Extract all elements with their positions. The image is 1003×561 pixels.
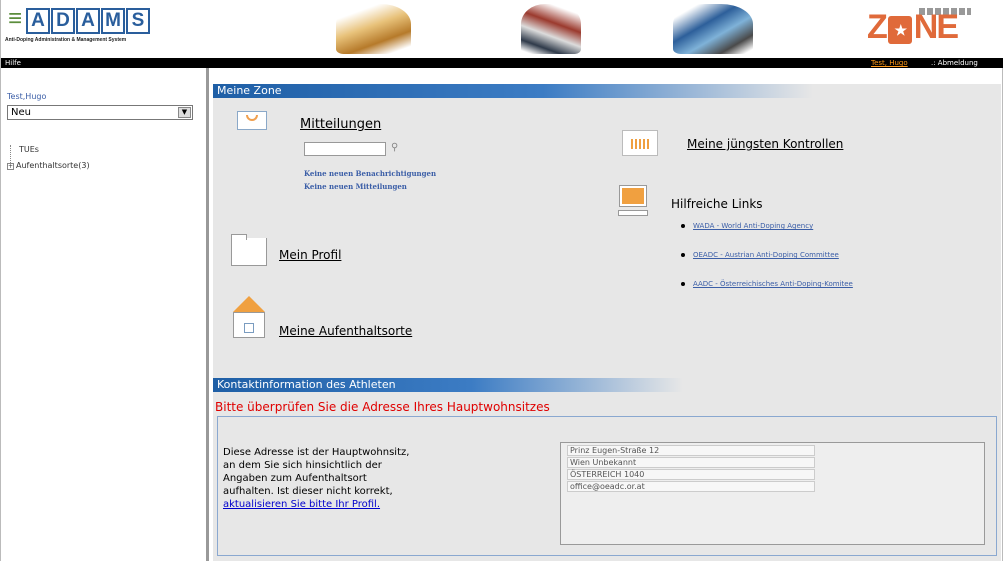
useful-links-heading: Hilfreiche Links bbox=[671, 197, 763, 211]
user-link[interactable]: Test, Hugo bbox=[871, 58, 908, 68]
zone-logo-right: NE bbox=[913, 8, 959, 46]
useful-links-list: WADA - World Anti-Doping Agency OEADC - … bbox=[681, 222, 853, 309]
messages-link[interactable]: Mitteilungen bbox=[300, 117, 381, 132]
logo-letter: D bbox=[51, 8, 75, 34]
my-profile-link[interactable]: Mein Profil bbox=[279, 248, 341, 262]
athlete-photo-tennis bbox=[673, 4, 753, 54]
logout-link[interactable]: .: Abmeldung bbox=[931, 58, 978, 68]
address-country: ÖSTERREICH 1040 bbox=[567, 469, 815, 480]
update-profile-link[interactable]: aktualisieren Sie bitte Ihr Profil. bbox=[223, 499, 380, 510]
app-window: ≡ A D A M S Anti-Doping Administration & Mana… bbox=[0, 0, 1003, 561]
logo-letter: A bbox=[26, 8, 50, 34]
aadc-link[interactable]: AADC - Österreichisches Anti-Doping-Komi… bbox=[693, 280, 853, 288]
monitor-icon bbox=[619, 185, 647, 207]
sidebar-item-tues[interactable]: TUEs bbox=[19, 145, 39, 154]
messages-search-input[interactable] bbox=[304, 142, 386, 156]
logo-letter: M bbox=[101, 8, 125, 34]
logo-letter: S bbox=[126, 8, 150, 34]
logo-letter: A bbox=[76, 8, 100, 34]
list-item: WADA - World Anti-Doping Agency bbox=[681, 222, 853, 251]
zone-logo-left: Z bbox=[867, 8, 888, 46]
section-header-contact-info: Kontaktinformation des Athleten bbox=[213, 378, 683, 392]
athlete-select[interactable]: Neu ▼ bbox=[7, 105, 193, 120]
address-city: Wien Unbekannt bbox=[567, 457, 815, 468]
address-warning: Bitte überprüfen Sie die Adresse Ihres H… bbox=[215, 400, 550, 414]
recent-controls-link[interactable]: Meine jüngsten Kontrollen bbox=[687, 137, 843, 151]
controls-bars bbox=[631, 139, 649, 149]
address-panel: Prinz Eugen-Straße 12 Wien Unbekannt ÖST… bbox=[560, 442, 985, 545]
key-icon[interactable]: ⚲ bbox=[391, 142, 398, 153]
address-note: Diese Adresse ist der Hauptwohnsitz, an … bbox=[223, 446, 413, 511]
expand-icon[interactable]: + bbox=[7, 163, 14, 170]
sidebar: Test,Hugo Neu ▼ TUEs + Aufenthaltsorte(3) bbox=[1, 68, 209, 561]
address-note-text: Diese Adresse ist der Hauptwohnsitz, an … bbox=[223, 447, 410, 497]
header-banner: ≡ A D A M S Anti-Doping Administration & Mana… bbox=[1, 0, 1003, 58]
athlete-photo-runner bbox=[521, 4, 581, 54]
address-street: Prinz Eugen-Straße 12 bbox=[567, 445, 815, 456]
house-roof-icon bbox=[233, 296, 265, 312]
zone-athlete-icon: ★ bbox=[887, 16, 912, 44]
top-menubar: Hilfe Test, Hugo .: Abmeldung bbox=[1, 58, 1003, 68]
address-email: office@oeadc.or.at bbox=[567, 481, 815, 492]
house-door bbox=[244, 323, 254, 333]
sidebar-item-whereabouts[interactable]: + Aufenthaltsorte(3) bbox=[7, 161, 90, 170]
adams-logo: ≡ A D A M S bbox=[5, 5, 151, 34]
zone-logo: Z ★ NE bbox=[867, 8, 959, 47]
oeadc-link[interactable]: OEADC - Austrian Anti-Doping Committee bbox=[693, 251, 839, 259]
chevron-down-icon[interactable]: ▼ bbox=[178, 107, 191, 118]
my-whereabouts-link[interactable]: Meine Aufenthaltsorte bbox=[279, 324, 412, 338]
sidebar-item-label: Aufenthaltsorte(3) bbox=[16, 161, 90, 170]
list-item: OEADC - Austrian Anti-Doping Committee bbox=[681, 251, 853, 280]
wada-link[interactable]: WADA - World Anti-Doping Agency bbox=[693, 222, 813, 230]
section-header-my-zone: Meine Zone bbox=[213, 84, 813, 98]
logo-mark-icon: ≡ bbox=[7, 5, 22, 32]
monitor-base-icon bbox=[618, 210, 648, 216]
sidebar-user-name[interactable]: Test,Hugo bbox=[7, 92, 46, 101]
main-content: Meine Zone Mitteilungen ⚲ Keine neuen Be… bbox=[213, 84, 1001, 561]
athlete-photo-skier bbox=[336, 4, 411, 54]
folder-icon[interactable] bbox=[231, 234, 267, 266]
help-link[interactable]: Hilfe bbox=[5, 58, 21, 68]
envelope-icon[interactable] bbox=[237, 111, 267, 130]
no-notifications-link[interactable]: Keine neuen Benachrichtigungen bbox=[304, 169, 436, 178]
envelope-flap bbox=[246, 115, 258, 121]
logo-subtitle: Anti-Doping Administration & Management … bbox=[5, 37, 127, 43]
controls-folder-icon[interactable] bbox=[622, 130, 658, 156]
list-item: AADC - Österreichisches Anti-Doping-Komi… bbox=[681, 280, 853, 309]
athlete-select-value: Neu bbox=[11, 107, 31, 118]
no-messages-link[interactable]: Keine neuen Mitteilungen bbox=[304, 182, 407, 191]
house-icon[interactable] bbox=[233, 312, 265, 338]
